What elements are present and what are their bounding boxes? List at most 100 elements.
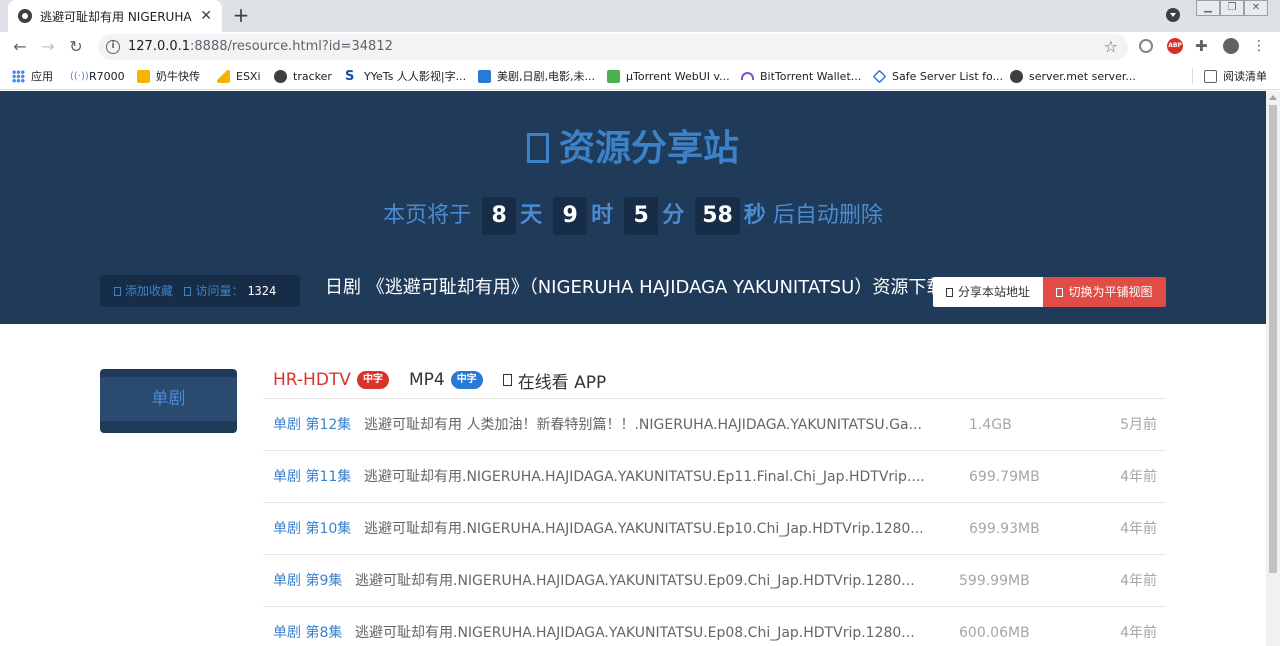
wifi-icon: ((·)) — [70, 70, 89, 82]
episode-filename[interactable]: 逃避可耻却有用.NIGERUHA.HAJIDAGA.YAKUNITATSU.Ep… — [355, 555, 951, 607]
forward-arrow-icon[interactable]: → — [38, 37, 58, 57]
bookmark-label: server.met server... — [1029, 69, 1136, 83]
profile-avatar-icon[interactable] — [1223, 38, 1239, 54]
bookmarks-divider — [1192, 68, 1193, 84]
tab-strip: 逃避可耻却有用 NIGERUHA HA ✕ + ▁ ❐ ✕ — [0, 0, 1280, 32]
bookmark-server-met[interactable]: server.met server... — [1010, 68, 1136, 84]
restore-button[interactable]: ❐ — [1220, 0, 1244, 16]
scroll-up-arrow-icon[interactable] — [1269, 95, 1277, 100]
extensions-puzzle-icon[interactable]: ✚ — [1195, 38, 1211, 54]
esxi-icon — [217, 69, 230, 83]
page-scrollbar[interactable] — [1266, 91, 1280, 646]
site-title-text: 资源分享站 — [558, 128, 739, 169]
episode-filename[interactable]: 逃避可耻却有用.NIGERUHA.HAJIDAGA.YAKUNITATSU.Ep… — [364, 451, 960, 503]
episode-label[interactable]: 单剧 第10集 — [273, 503, 351, 555]
add-favorite-link[interactable]: 添加收藏 — [114, 284, 173, 298]
episode-row[interactable]: 单剧 第12集 逃避可耻却有用 人类加油！新春特别篇！！.NIGERUHA.HA… — [263, 399, 1166, 451]
bookmark-label: 美剧,日剧,电影,未... — [497, 70, 595, 83]
format-tab-online[interactable]: 在线看 APP — [502, 368, 607, 393]
episode-row[interactable]: 单剧 第11集 逃避可耻却有用.NIGERUHA.HAJIDAGA.YAKUNI… — [263, 451, 1166, 503]
apps-grid-icon — [12, 69, 25, 83]
views-count: 1324 — [247, 284, 277, 298]
yyets-icon: S — [345, 68, 355, 84]
episode-time: 5月前 — [1120, 417, 1157, 433]
bookmark-label: 阅读清单 — [1223, 70, 1267, 83]
new-tab-button[interactable]: + — [230, 4, 252, 26]
tab-search-icon[interactable] — [1166, 8, 1180, 22]
site-title: 资源分享站 — [0, 119, 1266, 171]
subtitle-badge: 中字 — [356, 371, 389, 389]
bookmark-label: 应用 — [31, 70, 53, 83]
toggle-button-label: 切换为平铺视图 — [1068, 285, 1153, 299]
format-tab-hr-hdtv[interactable]: HR-HDTV 中字 — [273, 370, 389, 390]
close-tab-icon[interactable]: ✕ — [200, 8, 212, 24]
bookmark-r7000[interactable]: ((·)) R7000 — [70, 68, 125, 84]
bookmark-bittorrent[interactable]: BitTorrent Wallet... — [741, 68, 861, 84]
globe-icon — [274, 69, 287, 83]
episode-label[interactable]: 单剧 第8集 — [273, 607, 342, 646]
episode-label[interactable]: 单剧 第12集 — [273, 399, 351, 451]
page-content: 资源分享站 本页将于 8天 9时 5分 58 秒 后自动删除 添加收藏 访问量： … — [0, 91, 1266, 646]
episode-row[interactable]: 单剧 第9集 逃避可耻却有用.NIGERUHA.HAJIDAGA.YAKUNIT… — [263, 555, 1166, 607]
bookmark-cowtransfer[interactable]: 奶牛快传 — [137, 68, 200, 84]
extension-circle-icon[interactable] — [1139, 39, 1153, 53]
bookmark-esxi[interactable]: ESXi — [217, 68, 261, 84]
sidebar-tab-label: 单剧 — [100, 377, 237, 421]
grid-icon — [1056, 288, 1064, 297]
bookmarks-bar: 应用 ((·)) R7000 奶牛快传 ESXi tracker S YYeTs 人… — [0, 62, 1280, 90]
format-tab-mp4[interactable]: MP4 中字 — [409, 370, 483, 390]
countdown-days: 8 — [482, 197, 517, 235]
episode-row[interactable]: 单剧 第8集 逃避可耻却有用.NIGERUHA.HAJIDAGA.YAKUNIT… — [263, 607, 1166, 646]
bookmark-label: BitTorrent Wallet... — [760, 69, 862, 83]
subtitle-badge: 中字 — [450, 371, 483, 389]
bookmark-yyets[interactable]: S YYeTs 人人影视|字... — [345, 68, 466, 84]
bookmark-safe-server[interactable]: Safe Server List fo... — [872, 68, 1003, 84]
share-site-button[interactable]: 分享本站地址 — [933, 277, 1043, 307]
address-bar[interactable]: i 127.0.0.1:8888/resource.html?id=34812 … — [98, 34, 1128, 60]
globe-icon — [18, 9, 32, 23]
bookmark-label: µTorrent WebUI v... — [626, 69, 730, 83]
episode-size: 699.93MB — [969, 521, 1040, 537]
episode-time: 4年前 — [1120, 521, 1157, 537]
episode-label[interactable]: 单剧 第9集 — [273, 555, 342, 607]
reading-list-button[interactable]: 阅读清单 — [1204, 68, 1267, 84]
bookmark-meiju[interactable]: 美剧,日剧,电影,未... — [478, 68, 595, 84]
close-window-button[interactable]: ✕ — [1244, 0, 1268, 16]
back-arrow-icon[interactable]: ← — [10, 37, 30, 57]
browser-toolbar: ← → ↻ i 127.0.0.1:8888/resource.html?id=… — [0, 32, 1280, 62]
episode-time: 4年前 — [1120, 573, 1157, 589]
countdown-minutes-unit: 分 — [662, 203, 685, 228]
share-icon — [526, 133, 549, 163]
episode-filename[interactable]: 逃避可耻却有用.NIGERUHA.HAJIDAGA.YAKUNITATSU.Ep… — [355, 607, 951, 646]
episode-filename[interactable]: 逃避可耻却有用.NIGERUHA.HAJIDAGA.YAKUNITATSU.Ep… — [364, 503, 960, 555]
chart-icon — [478, 69, 491, 83]
eye-icon — [184, 287, 192, 296]
countdown-hours: 9 — [553, 197, 588, 235]
menu-kebab-icon[interactable]: ⋮ — [1252, 38, 1266, 54]
bookmark-star-icon[interactable]: ☆ — [1104, 37, 1118, 56]
bookmark-apps[interactable]: 应用 — [12, 68, 53, 84]
adblock-plus-icon[interactable]: ABP — [1167, 38, 1183, 54]
sidebar-tab-single[interactable]: 单剧 — [100, 369, 237, 433]
toggle-tile-view-button[interactable]: 切换为平铺视图 — [1043, 277, 1166, 307]
countdown-minutes: 5 — [624, 197, 659, 235]
bookmark-utorrent[interactable]: µTorrent WebUI v... — [607, 68, 730, 84]
bookmark-tracker[interactable]: tracker — [274, 68, 332, 84]
reload-icon[interactable]: ↻ — [66, 37, 86, 57]
episode-label[interactable]: 单剧 第11集 — [273, 451, 351, 503]
countdown-days-unit: 天 — [520, 203, 543, 228]
episode-filename[interactable]: 逃避可耻却有用 人类加油！新春特别篇！！.NIGERUHA.HAJIDAGA.Y… — [364, 399, 960, 451]
episode-row[interactable]: 单剧 第10集 逃避可耻却有用.NIGERUHA.HAJIDAGA.YAKUNI… — [263, 503, 1166, 555]
format-label: 在线看 APP — [517, 372, 607, 393]
scrollbar-thumb[interactable] — [1269, 105, 1277, 573]
utorrent-icon — [607, 69, 620, 83]
resource-name: 日剧 《逃避可耻却有用》（NIGERUHA HAJIDAGA YAKUNITAT… — [325, 277, 935, 298]
bookmark-label: 奶牛快传 — [156, 70, 200, 83]
countdown-seconds: 58 — [695, 197, 740, 235]
minimize-button[interactable]: ▁ — [1196, 0, 1220, 16]
info-icon[interactable]: i — [106, 40, 120, 54]
bookmark-label: ESXi — [236, 69, 261, 83]
play-icon — [502, 374, 512, 386]
countdown-seconds-unit: 秒 — [743, 203, 766, 228]
browser-tab[interactable]: 逃避可耻却有用 NIGERUHA HA ✕ — [8, 0, 222, 32]
